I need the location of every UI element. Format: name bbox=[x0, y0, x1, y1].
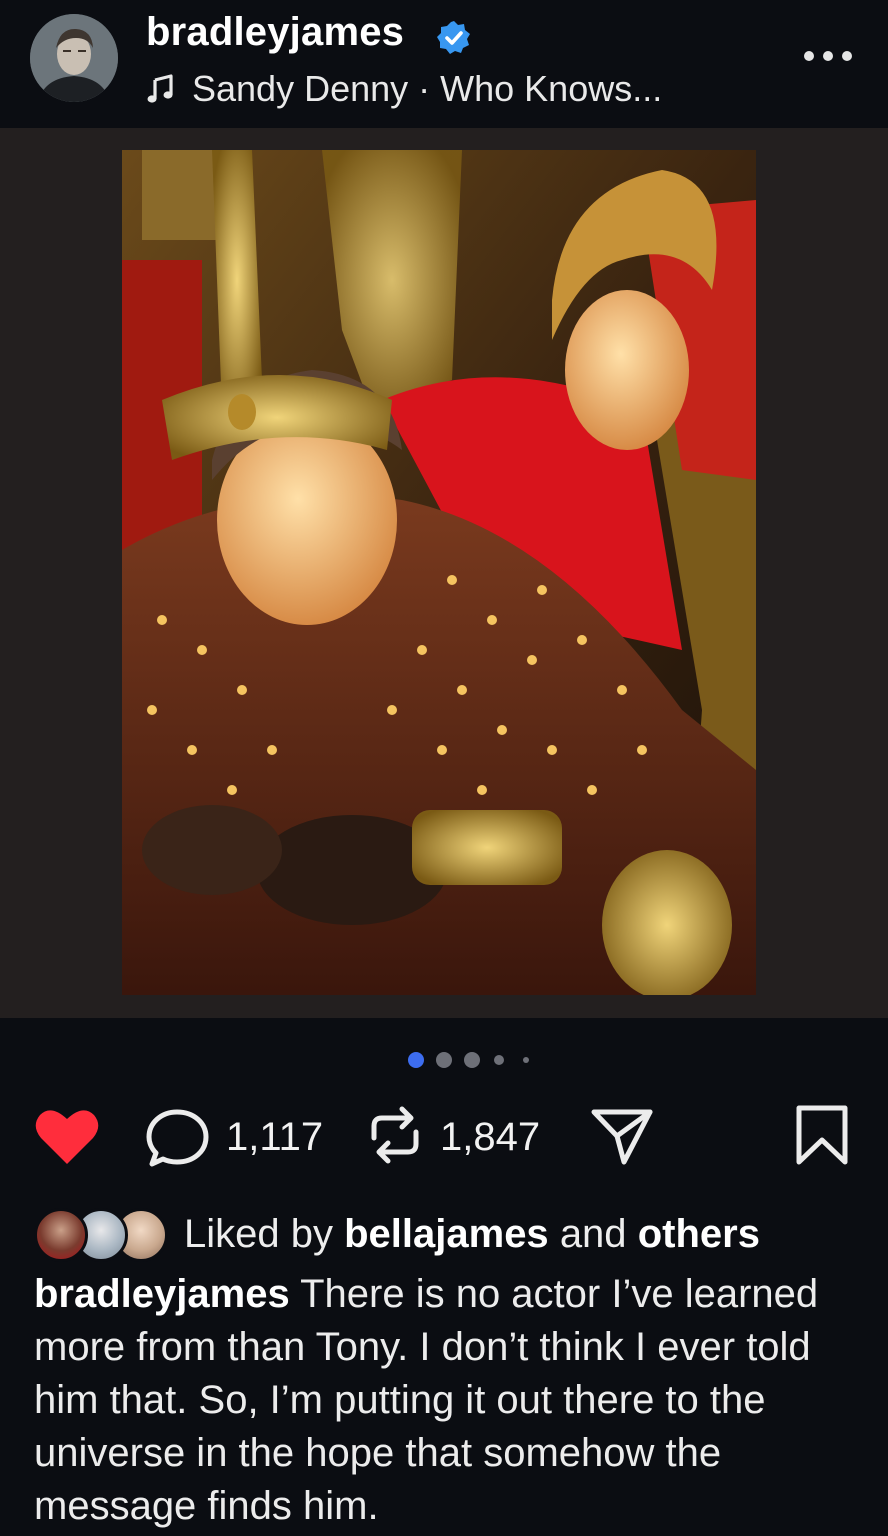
carousel-dot-active bbox=[408, 1052, 424, 1068]
music-separator: · bbox=[418, 68, 431, 109]
more-options-icon[interactable] bbox=[804, 48, 852, 64]
heart-icon[interactable] bbox=[34, 1106, 100, 1166]
bookmark-icon[interactable] bbox=[794, 1104, 850, 1166]
comment-icon[interactable] bbox=[146, 1108, 210, 1168]
liked-by-conjunction: and bbox=[559, 1212, 627, 1256]
carousel-indicator bbox=[0, 1048, 888, 1072]
music-title: Who Knows... bbox=[440, 68, 663, 109]
liker-avatar bbox=[34, 1208, 88, 1262]
avatar-portrait bbox=[30, 14, 118, 102]
liked-by-prefix: Liked by bbox=[184, 1212, 333, 1256]
repost-icon[interactable] bbox=[364, 1104, 426, 1166]
share-icon[interactable] bbox=[590, 1106, 654, 1166]
post-media[interactable] bbox=[0, 128, 888, 1018]
liked-by-text: Liked by bellajames and others bbox=[184, 1212, 760, 1257]
verified-badge-icon bbox=[437, 21, 470, 54]
carousel-dot bbox=[436, 1052, 452, 1068]
music-info[interactable]: Sandy Denny · Who Knows... bbox=[146, 66, 662, 112]
post-photo[interactable] bbox=[122, 150, 756, 995]
post-username[interactable]: bradleyjames bbox=[146, 10, 404, 55]
caption-username[interactable]: bradleyjames bbox=[34, 1272, 290, 1316]
comment-count[interactable]: 1,117 bbox=[226, 1115, 323, 1160]
carousel-dot bbox=[464, 1052, 480, 1068]
liked-by-others[interactable]: others bbox=[638, 1212, 760, 1256]
profile-avatar[interactable] bbox=[30, 14, 118, 102]
post-header: bradleyjames Sandy Denny · Who Knows... bbox=[0, 0, 888, 128]
music-note-icon bbox=[147, 74, 173, 103]
photo-illustration bbox=[122, 150, 756, 995]
post-caption: bradleyjames There is no actor I’ve lear… bbox=[34, 1268, 854, 1533]
liked-by-user[interactable]: bellajames bbox=[344, 1212, 549, 1256]
carousel-dot bbox=[523, 1057, 529, 1063]
repost-count[interactable]: 1,847 bbox=[440, 1115, 540, 1160]
carousel-dot bbox=[494, 1055, 504, 1065]
music-artist: Sandy Denny bbox=[192, 68, 409, 109]
liked-by-row[interactable]: Liked by bellajames and others bbox=[34, 1204, 874, 1264]
